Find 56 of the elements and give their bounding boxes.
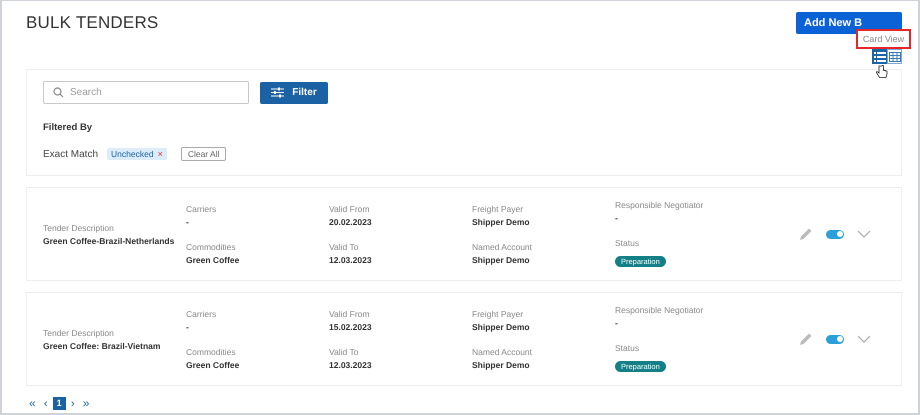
field-value: Green Coffee: Brazil-Vietnam xyxy=(43,340,162,350)
remove-chip-button[interactable]: × xyxy=(158,149,163,159)
field-value: - xyxy=(186,216,190,226)
field-value: - xyxy=(615,318,619,328)
field-label: Freight Payer xyxy=(472,204,524,214)
field-label: Valid From xyxy=(329,204,370,214)
field-value: Green Coffee xyxy=(186,254,240,264)
pencil-icon[interactable] xyxy=(799,332,813,346)
filter-button[interactable]: Filter xyxy=(260,82,328,104)
filter-label: Exact Match xyxy=(43,148,98,160)
field-value: 15.02.2023 xyxy=(329,322,373,332)
filtered-by-heading: Filtered By xyxy=(43,122,94,133)
field-label: Carriers xyxy=(186,308,218,318)
field-value: Green Coffee-Brazil-Netherlands xyxy=(43,236,176,246)
pencil-icon[interactable] xyxy=(799,227,813,241)
field-value: Shipper Demo xyxy=(472,254,531,264)
chevron-down-icon[interactable] xyxy=(857,230,871,238)
list-view-button[interactable] xyxy=(872,49,887,64)
field-label: Carriers xyxy=(186,204,218,214)
field-label: Commodities xyxy=(186,242,237,252)
table-view-button[interactable] xyxy=(887,49,902,64)
sliders-icon xyxy=(271,87,284,98)
tooltip: Card View xyxy=(856,29,911,49)
field-value: - xyxy=(186,322,190,332)
page-button[interactable]: 1 xyxy=(52,397,66,410)
field-value: 20.02.2023 xyxy=(329,216,373,226)
page-title: BULK TENDERS xyxy=(26,13,158,33)
field-label: Tender Description xyxy=(43,328,115,338)
toggle-switch[interactable] xyxy=(826,230,844,238)
search-icon xyxy=(53,87,64,98)
search-field[interactable]: Search xyxy=(43,81,249,104)
field-value: 12.03.2023 xyxy=(329,360,373,370)
field-label: Valid To xyxy=(329,242,360,252)
field-value: Shipper Demo xyxy=(472,360,531,370)
field-label: Valid From xyxy=(329,308,370,318)
field-label: Valid To xyxy=(329,346,360,356)
clear-all-button[interactable]: Clear All xyxy=(180,147,226,161)
field-value: 12.03.2023 xyxy=(329,254,373,264)
field-label: Responsible Negotiator xyxy=(615,304,704,314)
field-value: Shipper Demo xyxy=(472,216,531,226)
hand-cursor-icon xyxy=(876,65,888,79)
chip-text: Unchecked xyxy=(111,149,154,159)
field-value: Green Coffee xyxy=(186,360,240,370)
field-label: Freight Payer xyxy=(472,308,524,318)
field-value: - xyxy=(615,212,619,222)
field-label: Named Account xyxy=(472,346,534,356)
chevron-down-icon[interactable] xyxy=(857,335,871,343)
field-value: Shipper Demo xyxy=(472,322,531,332)
field-label: Status xyxy=(615,238,640,248)
field-label: Tender Description xyxy=(43,222,115,232)
add-button[interactable]: Add New B xyxy=(796,12,902,34)
field-label: Status xyxy=(615,342,640,352)
field-label: Named Account xyxy=(472,242,534,252)
field-label: Responsible Negotiator xyxy=(615,200,704,210)
toggle-switch[interactable] xyxy=(826,334,844,344)
field-label: Commodities xyxy=(186,346,237,356)
